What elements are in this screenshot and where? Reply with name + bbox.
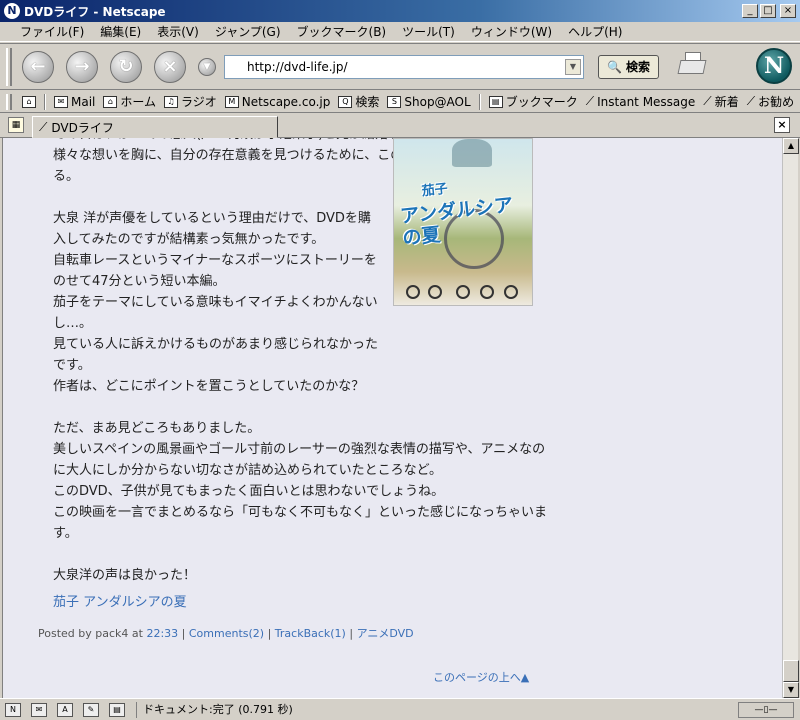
tab-home-icon: ⌂: [22, 95, 36, 108]
page-content: その日は、かつての恋人(声：何故か小池栄子)と兄が結婚する日。 様々な想いを胸に…: [2, 138, 782, 698]
maximize-button[interactable]: □: [760, 4, 776, 18]
stop-button[interactable]: ×: [154, 50, 186, 83]
personal-instant-message[interactable]: ⟋ Instant Message: [582, 94, 700, 109]
personal-search[interactable]: Q 検索: [334, 93, 383, 110]
menu-file[interactable]: ファイル(F): [0, 23, 92, 40]
paragraph: ただ、まあ見どころもありました。 美しいスペインの風景画やゴール寸前のレーサーの…: [53, 421, 548, 541]
back-button[interactable]: ←: [22, 50, 54, 83]
personal-toolbar: ⌂ ✉ Mail ⌂ ホーム ♫ ラジオ M Netscape.co.jp Q 検索 SS…: [0, 91, 800, 113]
personal-home[interactable]: ⌂ ホーム: [99, 93, 160, 110]
personal-toolbar-grip[interactable]: [6, 93, 12, 110]
post-meta: Posted by pack4 at 22:33 | Comments(2) |…: [38, 627, 414, 640]
status-bar: N ✉ A ✎ ▤ ドキュメント:完了 (0.791 秒) —▯—: [0, 698, 800, 720]
link-icon: ⟋: [746, 94, 756, 108]
menu-bookmarks[interactable]: ブックマーク(B): [289, 23, 395, 40]
search-button[interactable]: 🔍 検索: [598, 54, 659, 79]
history-dropdown-button[interactable]: ▼: [198, 57, 216, 76]
shop-icon: S: [387, 95, 402, 108]
personal-netscape[interactable]: M Netscape.co.jp: [221, 95, 335, 109]
netscape-logo[interactable]: N: [756, 48, 792, 84]
title-bar: N DVDライフ - Netscape _ □ ×: [0, 0, 800, 22]
chevron-down-icon: ▼: [203, 61, 211, 72]
close-button[interactable]: ×: [780, 4, 796, 18]
link-icon: ⟋: [585, 94, 595, 108]
menu-tools[interactable]: ツール(T): [394, 23, 463, 40]
search-button-label: 検索: [625, 60, 650, 74]
personal-bookmarks[interactable]: ▤ ブックマーク: [485, 93, 582, 110]
scroll-thumb[interactable]: [783, 660, 799, 682]
window-title: DVDライフ - Netscape: [24, 4, 166, 19]
movie-title-link[interactable]: 茄子 アンダルシアの夏: [53, 591, 187, 610]
security-lock-icon[interactable]: —▯—: [738, 701, 794, 718]
navigation-toolbar: ← → ↻ × ▼ http://dvd-life.jp/ ▼ 🔍 検索 N: [0, 43, 800, 90]
close-tab-button[interactable]: ×: [774, 117, 790, 133]
tab-bar: ▦ ⟋ DVDライフ ×: [0, 113, 800, 138]
paragraph: 大泉 洋が声優をしているという理由だけで、DVDを購入してみたのですが結構素っ気…: [53, 211, 379, 394]
toolbar-grip[interactable]: [6, 47, 12, 86]
post-time-link[interactable]: 22:33: [146, 627, 178, 640]
toolbar-separator: [478, 93, 481, 110]
new-tab-icon[interactable]: ▦: [8, 117, 24, 133]
personal-radio[interactable]: ♫ ラジオ: [160, 93, 221, 110]
arrow-right-icon: →: [74, 56, 90, 77]
paragraph: 大泉洋の声は良かった！: [53, 568, 197, 583]
home-tab-button[interactable]: ⌂: [18, 95, 40, 108]
menu-view[interactable]: 表示(V): [149, 23, 207, 40]
link-icon: ⟋: [39, 119, 48, 134]
arrow-left-icon: ←: [30, 56, 46, 77]
menu-edit[interactable]: 編集(E): [92, 23, 149, 40]
scroll-up-button[interactable]: ▲: [783, 138, 799, 154]
reload-button[interactable]: ↻: [110, 50, 142, 83]
menu-bar: ファイル(F) 編集(E) 表示(V) ジャンプ(G) ブックマーク(B) ツー…: [0, 22, 800, 42]
personal-recommended[interactable]: ⟋ お勧め: [743, 93, 798, 110]
tab-dvd-life[interactable]: ⟋ DVDライフ: [32, 116, 278, 138]
composer-icon[interactable]: ✎: [83, 702, 99, 717]
menu-go[interactable]: ジャンプ(G): [207, 23, 289, 40]
stop-x-icon: ×: [162, 56, 178, 77]
category-link[interactable]: アニメDVD: [357, 627, 414, 640]
personal-mail[interactable]: ✉ Mail: [50, 95, 99, 109]
personal-shop[interactable]: S Shop@AOL: [383, 95, 474, 109]
url-input[interactable]: http://dvd-life.jp/ ▼: [224, 54, 584, 79]
url-text: http://dvd-life.jp/: [247, 59, 348, 74]
address-book-icon[interactable]: ▤: [109, 702, 125, 717]
netscape-app-icon[interactable]: N: [4, 3, 20, 19]
printer-icon[interactable]: [677, 51, 711, 82]
tab-label: DVDライフ: [51, 120, 114, 135]
status-text: ドキュメント:完了 (0.791 秒): [136, 701, 738, 718]
page-top-link[interactable]: このページの上へ▲: [433, 669, 529, 685]
dvd-cover-image[interactable]: 茄子 アンダルシアの夏: [393, 138, 533, 306]
trackback-link[interactable]: TrackBack(1): [275, 627, 346, 640]
aim-icon[interactable]: A: [57, 702, 73, 717]
scroll-down-button[interactable]: ▼: [783, 682, 799, 698]
menu-help[interactable]: ヘルプ(H): [560, 23, 630, 40]
vertical-scrollbar[interactable]: ▲ ▼: [782, 138, 799, 698]
link-icon: ⟋: [703, 94, 712, 108]
mail-icon: ✉: [54, 95, 68, 108]
magnifier-icon: 🔍: [607, 59, 622, 74]
bookmarks-icon: ▤: [488, 95, 503, 108]
personal-new[interactable]: ⟋ 新着: [699, 93, 742, 110]
minimize-button[interactable]: _: [742, 4, 758, 18]
netscape-status-icon[interactable]: N: [5, 702, 21, 717]
search-icon: Q: [338, 95, 353, 108]
url-dropdown-button[interactable]: ▼: [565, 58, 581, 75]
posted-by: Posted by pack4 at: [38, 627, 143, 640]
menu-window[interactable]: ウィンドウ(W): [463, 23, 560, 40]
forward-button[interactable]: →: [66, 50, 98, 83]
reload-icon: ↻: [118, 56, 134, 77]
headphones-icon: ♫: [164, 95, 179, 108]
my-netscape-icon: M: [224, 95, 239, 108]
toolbar-separator: [44, 93, 46, 110]
cover-title: 茄子 アンダルシアの夏: [399, 181, 515, 250]
comments-link[interactable]: Comments(2): [189, 627, 264, 640]
house-icon: ⌂: [103, 95, 118, 108]
mail-icon[interactable]: ✉: [31, 702, 47, 717]
